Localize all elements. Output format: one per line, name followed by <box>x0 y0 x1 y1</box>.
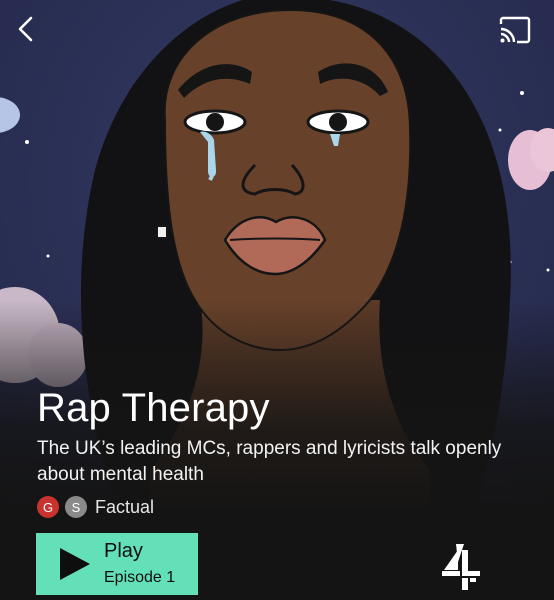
play-button-text: Play Episode 1 <box>104 539 175 589</box>
episode-label: Episode 1 <box>104 569 176 586</box>
cast-icon <box>499 16 531 44</box>
back-button[interactable] <box>12 14 42 44</box>
show-description: The UK’s leading MCs, rappers and lyrici… <box>37 438 502 485</box>
cast-button[interactable] <box>498 16 532 44</box>
subtitles-badge: S <box>65 496 87 518</box>
play-button[interactable]: Play Episode 1 <box>36 533 198 595</box>
guidance-badge: G <box>37 496 59 518</box>
chevron-left-icon <box>18 16 33 42</box>
show-meta: G S Factual <box>37 495 154 519</box>
show-title: Rap Therapy <box>37 386 270 430</box>
channel-4-logo <box>438 540 484 592</box>
play-icon <box>60 548 90 580</box>
play-label: Play <box>104 540 143 562</box>
genre-label: Factual <box>95 496 155 517</box>
channel-4-logo-icon <box>442 544 480 590</box>
